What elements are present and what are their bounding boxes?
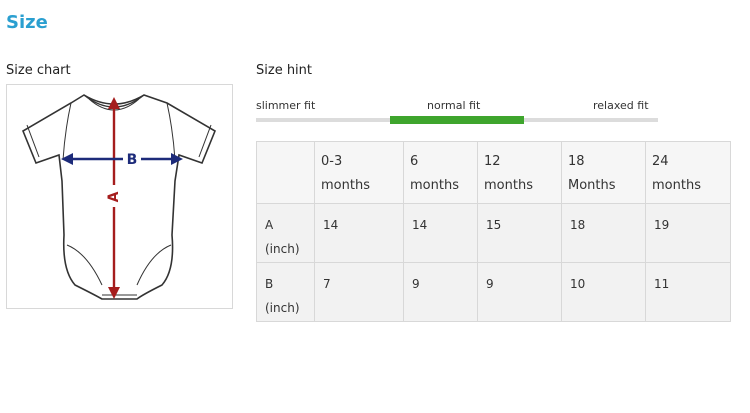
table-cell: 14 xyxy=(314,203,404,263)
col-header: 12 months xyxy=(477,141,562,204)
row-label: A (inch) xyxy=(256,203,315,263)
col-header: 24 months xyxy=(645,141,731,204)
table-cell: 19 xyxy=(645,203,731,263)
table-cell: 15 xyxy=(477,203,562,263)
size-chart-heading: Size chart xyxy=(6,63,71,78)
table-cell: 9 xyxy=(477,262,562,322)
table-cell: 18 xyxy=(561,203,646,263)
col-header: 6 months xyxy=(403,141,478,204)
arrow-a-top-head xyxy=(108,97,120,109)
table-row: B (inch) 7 9 9 10 11 xyxy=(256,262,731,322)
fit-scale-indicator xyxy=(390,116,524,124)
table-cell: 14 xyxy=(403,203,478,263)
label-b: B xyxy=(127,152,138,168)
table-header-row: 0-3 months 6 months 12 months 18 Months … xyxy=(256,141,731,204)
size-table: 0-3 months 6 months 12 months 18 Months … xyxy=(256,141,731,322)
row-label: B (inch) xyxy=(256,262,315,322)
table-cell: 9 xyxy=(403,262,478,322)
bodysuit-illustration: A B xyxy=(21,94,217,300)
hint-slimmer-fit: slimmer fit xyxy=(256,99,316,112)
table-cell: 11 xyxy=(645,262,731,322)
table-row: A (inch) 14 14 15 18 19 xyxy=(256,203,731,263)
table-cell: 10 xyxy=(561,262,646,322)
size-hint-heading: Size hint xyxy=(256,63,313,78)
col-header: 18 Months xyxy=(561,141,646,204)
hint-normal-fit: normal fit xyxy=(427,99,481,112)
col-header: 0-3 months xyxy=(314,141,404,204)
label-a: A xyxy=(106,191,122,202)
table-cell: 7 xyxy=(314,262,404,322)
page-title: Size xyxy=(6,12,48,33)
size-chart-diagram: A B xyxy=(6,84,233,309)
corner-cell xyxy=(256,141,315,204)
hint-relaxed-fit: relaxed fit xyxy=(593,99,649,112)
